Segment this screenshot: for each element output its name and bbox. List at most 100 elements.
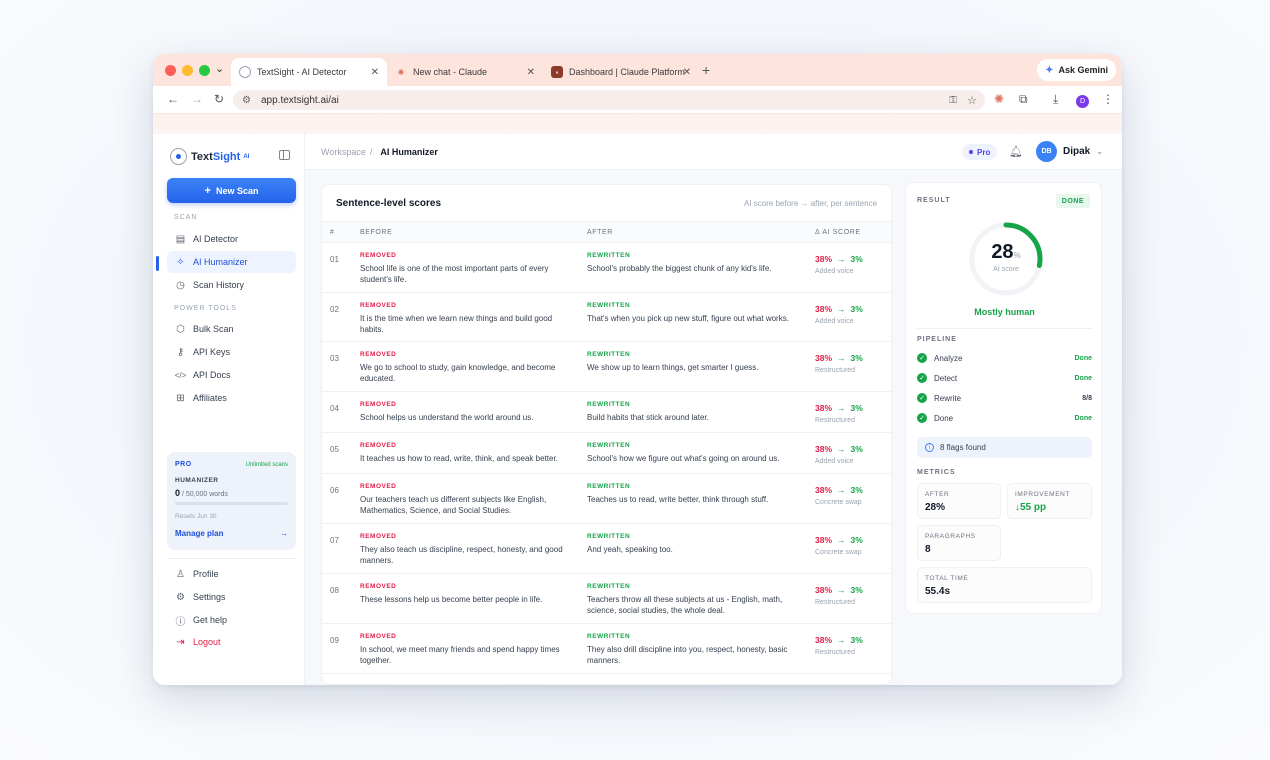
step-label: Detect <box>934 373 958 383</box>
gauge-label: AI score <box>993 266 1019 273</box>
textsight-logo-icon <box>170 148 187 165</box>
rewritten-label: REWRITTEN <box>587 302 631 309</box>
sidebar-item-logout[interactable]: ⇥ Logout <box>167 631 296 653</box>
close-tab-icon[interactable]: ✕ <box>527 67 535 78</box>
profile-avatar[interactable]: D <box>1076 95 1089 108</box>
close-window-button[interactable] <box>165 65 176 76</box>
table-row[interactable]: 02 REMOVED It is the time when we learn ne… <box>322 293 891 342</box>
change-note: Added voice <box>815 318 854 325</box>
sidebar-item-scan-history[interactable]: ◷ Scan History <box>167 274 296 296</box>
tab-search-icon[interactable]: ⌄ <box>215 62 224 75</box>
sidebar-item-affiliates[interactable]: ⊞ Affiliates <box>167 387 296 409</box>
sidebar-item-ai-humanizer[interactable]: ✧ AI Humanizer <box>167 251 296 273</box>
forward-icon[interactable]: → <box>191 92 203 106</box>
pipeline-step-analyze: ✓ Analyze Done <box>917 353 1092 363</box>
avatar: DB <box>1036 141 1057 162</box>
sidebar-item-settings[interactable]: ⚙ Settings <box>167 586 296 608</box>
plan-product: HUMANIZER <box>175 477 219 484</box>
after-text: Teaches us to read, write better, think … <box>587 495 769 504</box>
new-tab-button[interactable]: + <box>702 62 710 78</box>
reload-icon[interactable]: ↻ <box>214 92 224 106</box>
brand-name-a: Text <box>191 150 213 163</box>
maximize-window-button[interactable] <box>199 65 210 76</box>
score-after: 3% <box>850 353 863 363</box>
sidebar-item-bulk-scan[interactable]: ⬡ Bulk Scan <box>167 318 296 340</box>
brand-logo[interactable]: Text Sight AI <box>170 148 249 165</box>
tab-textsight[interactable]: TextSight - AI Detector ✕ <box>231 58 387 86</box>
new-scan-button[interactable]: + New Scan <box>167 178 296 203</box>
notification-bell-icon[interactable]: 🔔︎ <box>1009 145 1023 158</box>
after-text: They also drill discipline into you, res… <box>587 645 788 665</box>
claude-extension-icon[interactable]: ✺ <box>994 92 1004 106</box>
sidebar-item-profile[interactable]: ♙ Profile <box>167 563 296 585</box>
metric-improvement: IMPROVEMENT ↓55 pp <box>1007 483 1092 519</box>
tab-claude[interactable]: ✺ New chat - Claude ✕ <box>387 58 543 86</box>
table-row[interactable]: 05 REMOVED It teaches us how to read, writ… <box>322 433 891 474</box>
breadcrumb-root[interactable]: Workspace <box>321 147 366 157</box>
change-note: Concrete swap <box>815 499 862 506</box>
close-tab-icon[interactable]: ✕ <box>683 67 691 78</box>
table-row[interactable]: 09 REMOVED In school, we meet many friends… <box>322 624 891 674</box>
arrow-right-icon: → <box>837 635 846 645</box>
sidebar-toggle-icon[interactable] <box>279 150 290 160</box>
cube-icon: ⬡ <box>176 323 185 335</box>
column-header-number: # <box>330 229 335 236</box>
ask-gemini-button[interactable]: ✦ Ask Gemini <box>1037 59 1116 81</box>
back-icon[interactable]: ← <box>167 92 179 106</box>
flags-banner[interactable]: i 8 flags found <box>917 437 1092 458</box>
anthropic-icon: ▪ <box>551 66 563 78</box>
info-icon: i <box>925 443 934 452</box>
after-text: School's probably the biggest chunk of a… <box>587 264 772 273</box>
plan-limit: / 50,000 words <box>181 491 228 498</box>
score-before: 38% <box>815 304 833 314</box>
manage-plan-label: Manage plan <box>175 529 224 538</box>
check-icon: ✓ <box>917 373 927 383</box>
address-bar[interactable]: ⚙ app.textsight.ai/ai ⚿ ☆ <box>233 90 985 110</box>
score-after: 3% <box>850 304 863 314</box>
metric-value: 8 <box>925 544 931 555</box>
bookmark-star-icon[interactable]: ☆ <box>967 94 977 107</box>
user-menu[interactable]: DB Dipak ⌄ <box>1036 141 1103 162</box>
minimize-window-button[interactable] <box>182 65 193 76</box>
sidebar-item-api-docs[interactable]: </> API Docs <box>167 364 296 386</box>
table-row[interactable]: 06 REMOVED Our teachers teach us different… <box>322 474 891 524</box>
metrics-title: METRICS <box>917 469 956 476</box>
table-row[interactable]: 03 REMOVED We go to school to study, gain … <box>322 342 891 392</box>
clock-icon: ◷ <box>176 279 185 291</box>
section-label-scan: SCAN <box>174 214 198 221</box>
row-number: 03 <box>330 354 339 363</box>
close-tab-icon[interactable]: ✕ <box>371 67 379 78</box>
sidebar-item-ai-detector[interactable]: ▤ AI Detector <box>167 228 296 250</box>
page-top-strip <box>153 114 1122 134</box>
table-row[interactable]: 04 REMOVED School helps us understand the … <box>322 392 891 433</box>
card-title: Sentence-level scores <box>336 198 442 209</box>
rewritten-label: REWRITTEN <box>587 583 631 590</box>
rewritten-label: REWRITTEN <box>587 351 631 358</box>
sidebar-item-api-keys[interactable]: ⚷ API Keys <box>167 341 296 363</box>
site-settings-icon[interactable]: ⚙ <box>242 95 251 106</box>
sidebar-item-label: API Docs <box>193 370 231 380</box>
result-title: RESULT <box>917 197 951 204</box>
manage-plan-link[interactable]: Manage plan → <box>175 529 288 538</box>
password-key-icon[interactable]: ⚿ <box>949 95 957 106</box>
gemini-label: Ask Gemini <box>1058 65 1108 75</box>
plan-unlimited: Unlimited scans <box>245 461 288 468</box>
extensions-icon[interactable]: ⧉ <box>1019 92 1028 107</box>
change-note: Concrete swap <box>815 549 862 556</box>
arrow-right-icon: → <box>837 403 846 413</box>
sidebar-item-get-help[interactable]: ⓘ Get help <box>167 609 296 631</box>
pro-badge[interactable]: Pro <box>962 144 998 160</box>
download-icon[interactable]: ⤓ <box>1053 92 1058 107</box>
removed-label: REMOVED <box>360 633 397 640</box>
user-name: Dipak <box>1063 146 1091 157</box>
table-row[interactable]: 08 REMOVED These lessons help us become be… <box>322 574 891 624</box>
section-label-power-tools: POWER TOOLS <box>174 305 237 312</box>
table-row[interactable]: 07 REMOVED They also teach us discipline, … <box>322 524 891 574</box>
after-text: Teachers throw all these subjects at us … <box>587 595 783 615</box>
tab-dashboard[interactable]: ▪ Dashboard | Claude Platform ✕ <box>543 58 699 86</box>
sidebar: Text Sight AI + New Scan SCAN ▤ AI Detector … <box>153 134 305 685</box>
arrow-right-icon: → <box>837 585 846 595</box>
rewritten-label: REWRITTEN <box>587 401 631 408</box>
table-row[interactable]: 01 REMOVED School life is one of the most … <box>322 243 891 293</box>
menu-kebab-icon[interactable]: ⋮ <box>1102 92 1114 106</box>
